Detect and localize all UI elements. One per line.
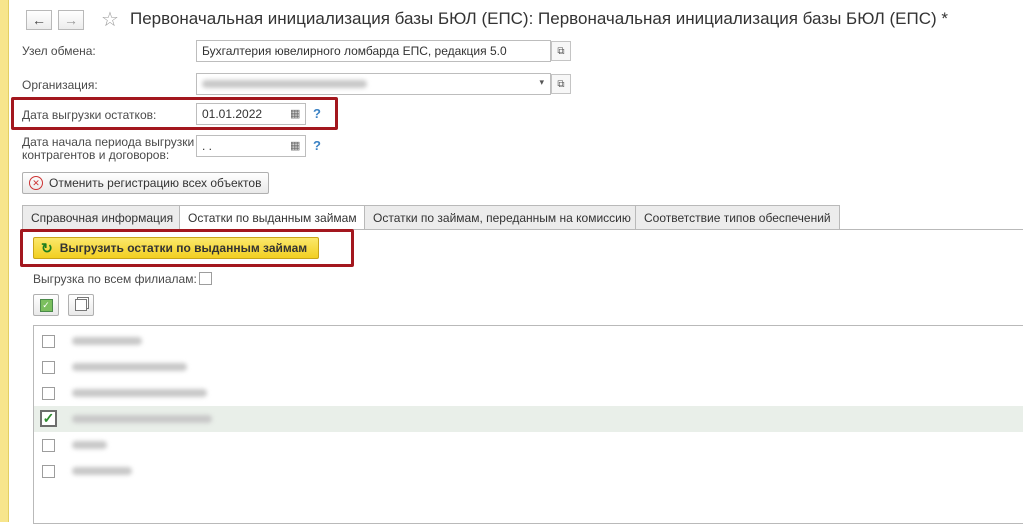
star-icon[interactable]: ☆: [101, 7, 119, 32]
open-icon[interactable]: ⧉: [551, 41, 571, 61]
tab-reference-info[interactable]: Справочная информация: [22, 205, 183, 229]
tab-label: Остатки по займам, переданным на комисси…: [373, 211, 631, 225]
checkmark-icon: ✓: [42, 410, 55, 426]
branch-checkbox[interactable]: [42, 335, 55, 348]
tab-collateral-types[interactable]: Соответствие типов обеспечений: [635, 205, 840, 229]
organization-value-redacted: [202, 80, 367, 88]
branch-label-redacted: [72, 363, 187, 371]
branch-label-redacted: [72, 467, 132, 475]
uncheck-all-icon: [75, 299, 87, 311]
arrow-left-icon: ←: [32, 12, 46, 28]
cancel-registration-button[interactable]: ✕ Отменить регистрацию всех объектов: [22, 172, 269, 194]
list-item[interactable]: ✓: [34, 406, 1023, 432]
exchange-node-field[interactable]: Бухгалтерия ювелирного ломбарда ЕПС, ред…: [196, 40, 551, 62]
forward-button[interactable]: →: [58, 10, 84, 30]
organization-field[interactable]: ▾: [196, 73, 551, 95]
help-icon[interactable]: ?: [313, 138, 321, 153]
page-title: Первоначальная инициализация базы БЮЛ (Е…: [130, 9, 948, 28]
cancel-icon: ✕: [29, 176, 43, 190]
branch-checkbox[interactable]: [42, 387, 55, 400]
list-item[interactable]: [34, 432, 1023, 458]
highlight-frame: [20, 229, 354, 267]
branch-label-redacted: [72, 441, 107, 449]
tab-label: Соответствие типов обеспечений: [644, 211, 831, 225]
arrow-right-icon: →: [64, 12, 78, 28]
all-branches-checkbox[interactable]: [199, 272, 212, 285]
calendar-icon[interactable]: ▦: [290, 139, 300, 152]
list-item[interactable]: [34, 380, 1023, 406]
back-button[interactable]: ←: [26, 10, 52, 30]
uncheck-all-button[interactable]: [68, 294, 94, 316]
highlight-frame: [11, 97, 338, 130]
branch-checkbox[interactable]: [42, 465, 55, 478]
tab-label: Остатки по выданным займам: [188, 211, 357, 225]
list-item[interactable]: [34, 458, 1023, 484]
exchange-node-label: Узел обмена:: [22, 44, 96, 58]
tab-label: Справочная информация: [31, 211, 174, 225]
dropdown-arrow-icon[interactable]: ▾: [539, 77, 544, 88]
branch-checkbox[interactable]: [42, 361, 55, 374]
all-branches-label: Выгрузка по всем филиалам:: [33, 272, 197, 286]
check-all-button[interactable]: ✓: [33, 294, 59, 316]
open-icon[interactable]: ⧉: [551, 74, 571, 94]
period-start-label: Дата начала периода выгрузки контрагенто…: [22, 136, 194, 162]
branch-label-redacted: [72, 389, 207, 397]
branch-label-redacted: [72, 337, 142, 345]
list-item[interactable]: [34, 328, 1023, 354]
tab-commission-loans-balances[interactable]: Остатки по займам, переданным на комисси…: [364, 205, 640, 229]
left-panel-strip: [0, 0, 9, 522]
branch-checkbox[interactable]: [42, 439, 55, 452]
branches-list[interactable]: ✓: [33, 325, 1023, 524]
cancel-registration-label: Отменить регистрацию всех объектов: [49, 176, 262, 190]
period-start-label-line2: контрагентов и договоров:: [22, 148, 170, 162]
check-all-icon: ✓: [39, 298, 53, 312]
organization-label: Организация:: [22, 78, 98, 92]
branch-label-redacted: [72, 415, 212, 423]
list-item[interactable]: [34, 354, 1023, 380]
branch-checkbox[interactable]: ✓: [40, 410, 57, 427]
tab-issued-loans-balances[interactable]: Остатки по выданным займам: [179, 205, 366, 230]
